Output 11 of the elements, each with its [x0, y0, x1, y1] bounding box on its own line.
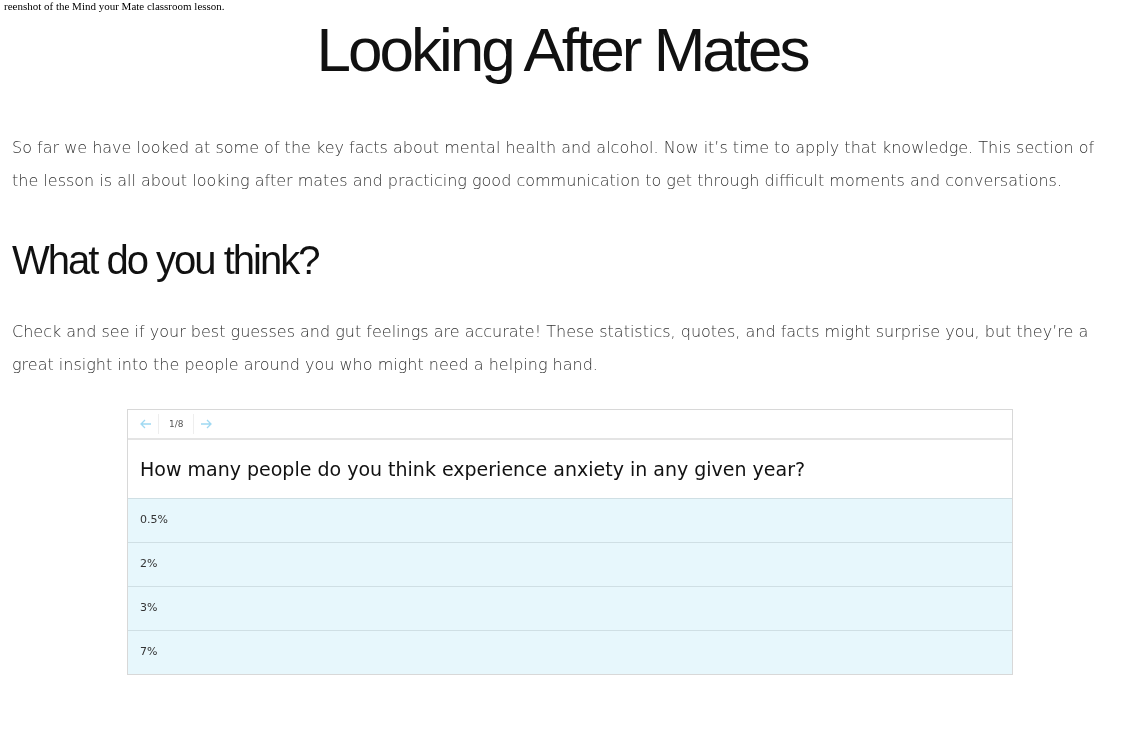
question-text: How many people do you think experience anxiety in any given year? — [139, 457, 807, 482]
answer-option[interactable]: 7% — [128, 630, 1012, 674]
page-title: Looking After Mates — [315, 14, 809, 86]
caption-text: reenshot of the Mind your Mate classroom lesson. — [3, 0, 226, 13]
section-paragraph: Check and see if your best guesses and gut feelings are accurate! These statistics, quotes, and facts might surprise you, but they’re a great insight into the people around you who might need a helping hand. — [12, 321, 1090, 376]
answer-option[interactable]: 0.5% — [128, 498, 1012, 542]
section-heading: What do you think? — [12, 237, 320, 284]
intro-paragraph: So far we have looked at some of the key facts about mental health and alcohol. Now it’s time to apply that knowledge. This section of the lesson is all about looking after mates and practicing good communication to get through difficult moments and conversations. — [12, 137, 1096, 192]
answer-option[interactable]: 3% — [128, 586, 1012, 630]
slide-counter: 1/8 — [158, 414, 195, 434]
answer-option[interactable]: 2% — [128, 542, 1012, 586]
